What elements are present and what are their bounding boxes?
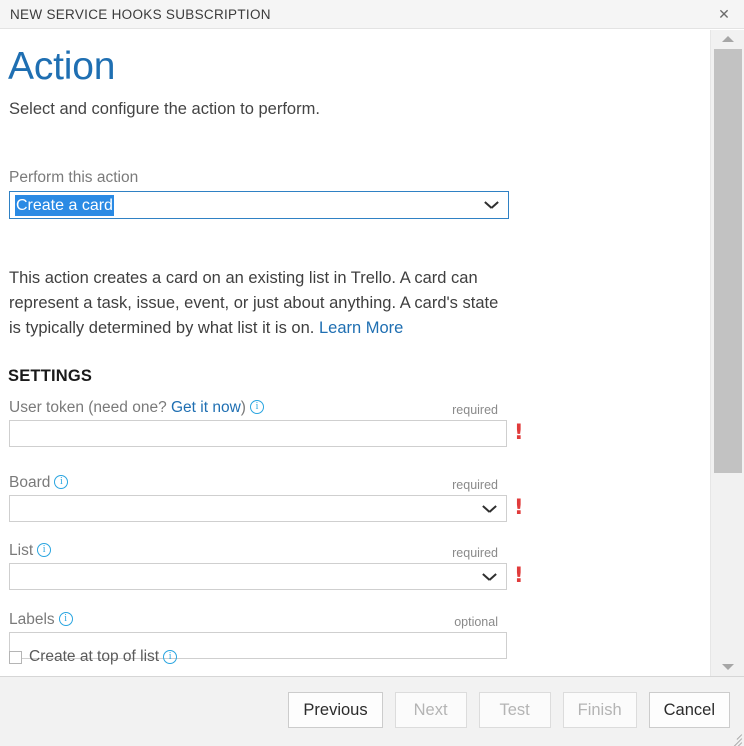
field-board-requirement: required bbox=[452, 478, 498, 492]
action-description: This action creates a card on an existin… bbox=[9, 266, 509, 341]
cancel-button[interactable]: Cancel bbox=[648, 692, 730, 728]
perform-action-label: Perform this action bbox=[9, 169, 139, 186]
field-labels-requirement: optional bbox=[454, 615, 498, 629]
error-exclamation-icon: ! bbox=[514, 563, 524, 587]
error-exclamation-icon: ! bbox=[514, 420, 524, 444]
dialog-window: NEW SERVICE HOOKS SUBSCRIPTION ✕ Action … bbox=[0, 0, 744, 746]
field-user-token-requirement: required bbox=[452, 403, 498, 417]
create-at-top-of-list-checkbox[interactable]: Create at top of list bbox=[9, 648, 178, 666]
action-description-text: This action creates a card on an existin… bbox=[9, 269, 499, 337]
vertical-scrollbar[interactable] bbox=[710, 30, 744, 676]
error-exclamation-icon: ! bbox=[514, 495, 524, 519]
perform-action-value: Create a card bbox=[15, 195, 114, 216]
page-subtitle: Select and configure the action to perfo… bbox=[9, 100, 320, 118]
perform-action-select[interactable]: Create a card bbox=[9, 191, 509, 219]
scroll-down-arrow-icon[interactable] bbox=[711, 658, 744, 676]
scroll-up-arrow-icon[interactable] bbox=[711, 30, 744, 48]
title-bar: NEW SERVICE HOOKS SUBSCRIPTION ✕ bbox=[0, 0, 744, 29]
field-list-requirement: required bbox=[452, 546, 498, 560]
field-list-select[interactable] bbox=[9, 563, 507, 590]
close-glyph: ✕ bbox=[718, 6, 730, 23]
previous-button[interactable]: Previous bbox=[288, 692, 383, 728]
scrollbar-thumb[interactable] bbox=[714, 49, 742, 473]
resize-grip-icon[interactable] bbox=[726, 728, 743, 746]
triangle-up-icon bbox=[721, 36, 734, 42]
checkbox-label: Create at top of list bbox=[29, 648, 160, 665]
footer-button-group: Previous Next Test Finish Cancel bbox=[288, 692, 730, 728]
field-board-select[interactable] bbox=[9, 495, 507, 522]
perform-action-value-wrap: Create a card bbox=[15, 195, 114, 216]
learn-more-link[interactable]: Learn More bbox=[319, 319, 403, 337]
chevron-down-icon bbox=[485, 201, 498, 209]
chevron-down-icon bbox=[483, 505, 496, 513]
field-user-token-input[interactable] bbox=[9, 420, 507, 447]
triangle-down-icon bbox=[721, 664, 734, 670]
finish-button: Finish bbox=[562, 692, 637, 728]
checkbox-box[interactable] bbox=[9, 650, 22, 664]
settings-heading: SETTINGS bbox=[8, 367, 93, 385]
dialog-footer: Previous Next Test Finish Cancel bbox=[0, 676, 744, 746]
close-icon[interactable]: ✕ bbox=[704, 0, 744, 29]
page-title: Action bbox=[8, 45, 116, 88]
window-title: NEW SERVICE HOOKS SUBSCRIPTION bbox=[10, 7, 271, 22]
test-button: Test bbox=[478, 692, 551, 728]
next-button: Next bbox=[394, 692, 467, 728]
chevron-down-icon bbox=[483, 573, 496, 581]
dialog-content: Action Select and configure the action t… bbox=[0, 30, 710, 676]
info-icon[interactable] bbox=[163, 650, 178, 664]
